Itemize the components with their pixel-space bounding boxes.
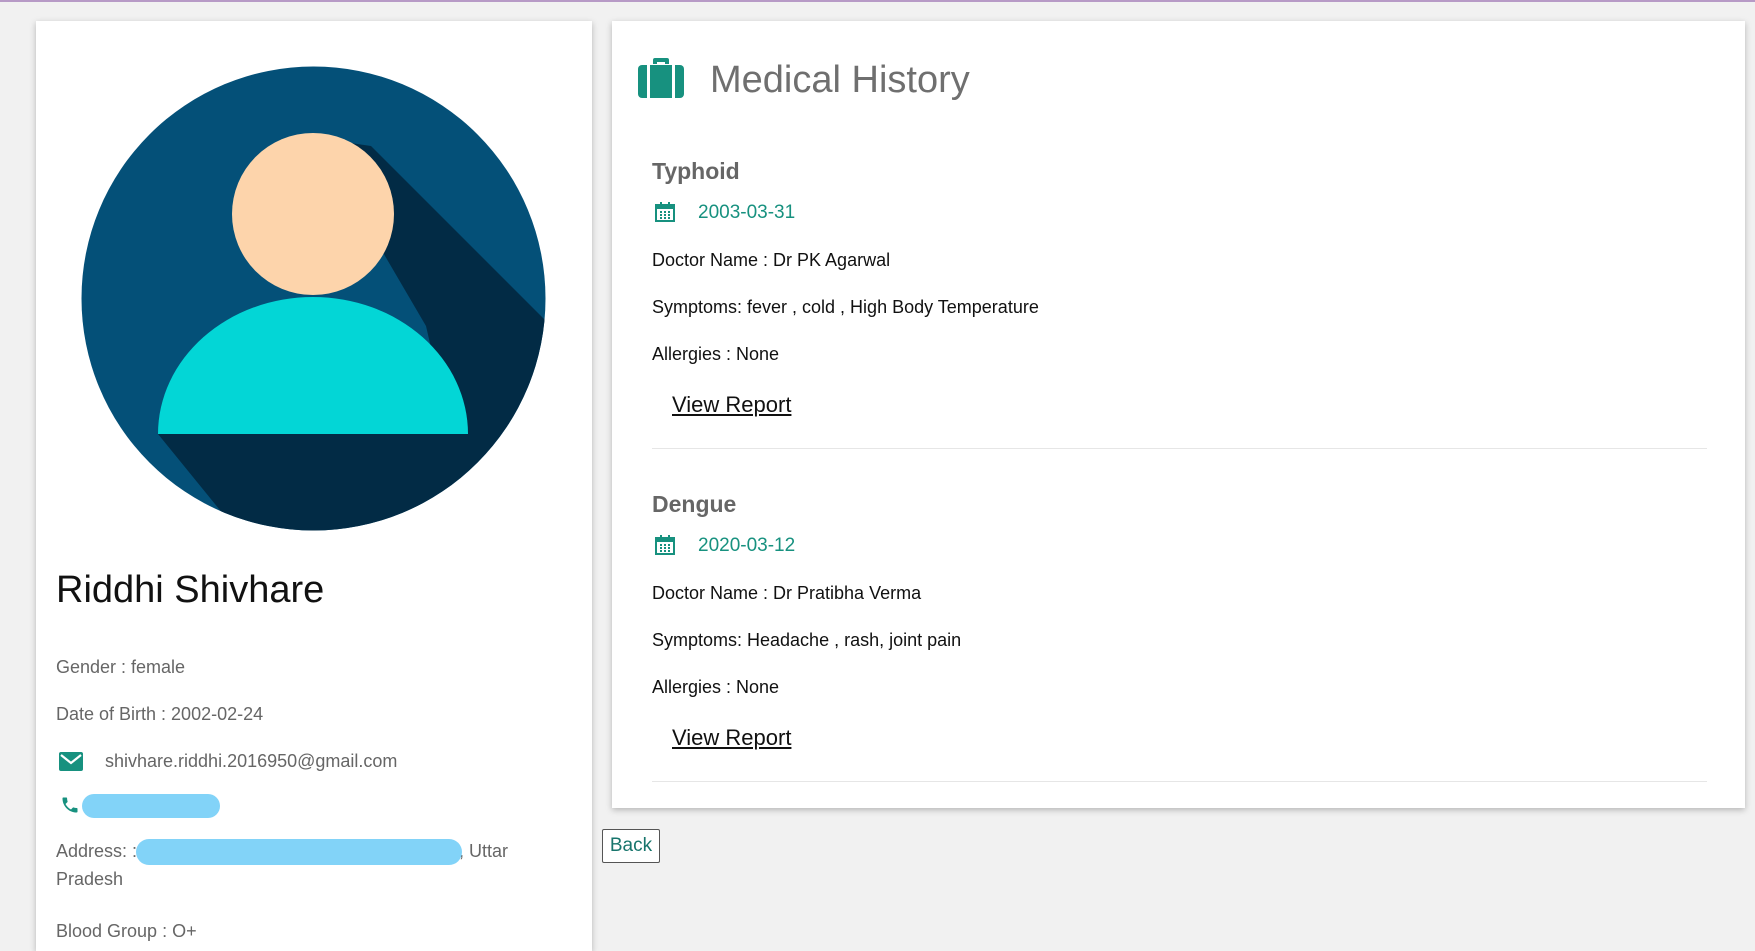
briefcase-icon [638,58,684,98]
allergies: Allergies : None [652,344,780,364]
phone-redaction [82,794,220,818]
view-report-link[interactable]: View Report [672,725,791,751]
symptoms: Symptoms: Headache , rash, joint pain [652,630,962,650]
record-divider [652,781,1707,782]
allergies: Allergies : None [652,677,780,697]
symptoms: Symptoms: fever , cold , High Body Tempe… [652,297,1039,317]
medical-history-card: Medical History Typhoid 2003-03-31 Docto… [612,21,1745,808]
doctor-name: Doctor Name : Dr PK Agarwal [652,250,891,270]
back-button[interactable]: Back [602,829,660,863]
phone-icon [62,797,78,813]
email-text[interactable]: shivhare.riddhi.2016950@gmail.com [105,751,397,772]
disease-name: Dengue [652,491,737,517]
profile-name: Riddhi Shivhare [56,569,325,611]
avatar [81,66,546,531]
doctor-name: Doctor Name : Dr Pratibha Verma [652,583,922,603]
envelope-icon [59,752,83,771]
view-report-link[interactable]: View Report [672,392,791,418]
address-redaction [136,839,462,865]
blood-group-text: Blood Group : O+ [56,921,197,941]
record-divider [652,448,1707,449]
calendar-icon [655,535,675,555]
dob-text: Date of Birth : 2002-02-24 [56,704,264,724]
top-border-line [0,0,1755,2]
record-date: 2003-03-31 [698,202,796,223]
medical-history-title: Medical History [710,59,970,101]
profile-card: Riddhi Shivhare Gender : female Date of … [36,21,592,951]
calendar-icon [655,202,675,222]
gender-text: Gender : female [56,657,186,677]
disease-name: Typhoid [652,158,740,184]
record-date: 2020-03-12 [698,535,796,556]
